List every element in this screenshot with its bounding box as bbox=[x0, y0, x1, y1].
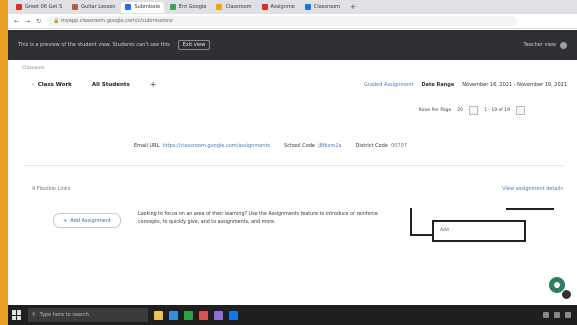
tab-favicon-icon bbox=[216, 4, 223, 10]
class-selector[interactable]: All Students bbox=[92, 82, 130, 88]
tab-favicon-icon bbox=[169, 4, 176, 10]
tab-label: Greet 06 Get S bbox=[25, 4, 63, 10]
tab-label: Classroom bbox=[313, 4, 340, 10]
windows-start-icon[interactable] bbox=[12, 310, 22, 320]
chrome-icon[interactable] bbox=[184, 310, 193, 320]
panel-input[interactable]: Add bbox=[432, 220, 526, 242]
nav-left: ‹ Class Work All Students + bbox=[32, 80, 156, 89]
browser-tab[interactable]: Classroom bbox=[301, 2, 344, 13]
email-link[interactable]: https://classroom.google.com/assignments bbox=[163, 143, 270, 149]
taskbar-search[interactable]: ⚲ Type here to search bbox=[28, 308, 148, 322]
file-explorer-icon[interactable] bbox=[154, 310, 163, 320]
app-icon[interactable] bbox=[199, 310, 208, 320]
preview-panel: Add bbox=[406, 206, 554, 244]
plus-icon: + bbox=[63, 217, 68, 224]
panel-top-bar bbox=[506, 208, 554, 210]
breadcrumb[interactable]: Classwork bbox=[22, 66, 45, 71]
tab-label: Submissio bbox=[134, 4, 160, 10]
browser-tab[interactable]: Assignme bbox=[258, 2, 299, 13]
rows-per-page-label: Rows Per Page bbox=[418, 108, 452, 113]
lock-icon: 🔒 bbox=[53, 18, 60, 24]
tab-favicon-icon bbox=[304, 4, 311, 10]
screen: Greet 06 Get S Guitar Lesson Submissio E… bbox=[8, 0, 577, 325]
date-range-value[interactable]: November 16, 2021 - November 19, 2021 bbox=[462, 82, 567, 88]
taskbar-search-placeholder: Type here to search bbox=[39, 312, 89, 318]
chat-badge bbox=[561, 289, 572, 300]
volume-icon[interactable] bbox=[554, 312, 560, 318]
tab-favicon-icon bbox=[125, 4, 132, 10]
add-assignment-button[interactable]: + Add Assignment bbox=[53, 213, 121, 228]
rows-per-page-value[interactable]: 20 bbox=[457, 108, 463, 113]
battery-icon[interactable] bbox=[565, 312, 571, 318]
add-icon[interactable]: + bbox=[150, 80, 157, 89]
tab-label: Ent Google bbox=[178, 4, 207, 10]
app-nav: Classwork ‹ Class Work All Students + Gr… bbox=[8, 62, 577, 102]
district-code-label: District Code bbox=[355, 143, 388, 149]
banner-right-text[interactable]: Teacher view bbox=[524, 42, 557, 48]
tab-label: Assignme bbox=[270, 4, 295, 10]
back-link[interactable]: ‹ Class Work bbox=[32, 82, 72, 88]
prev-page-button[interactable] bbox=[469, 106, 478, 115]
network-icon[interactable] bbox=[543, 312, 549, 318]
word-icon[interactable] bbox=[229, 310, 238, 320]
nav-right: Graded Assignment Date Range November 16… bbox=[364, 82, 567, 88]
avatar[interactable] bbox=[560, 41, 567, 49]
panel-bottom-edge bbox=[410, 234, 432, 236]
summary-row: Email URL https://classroom.google.com/a… bbox=[134, 143, 407, 149]
browser-tab[interactable]: Greet 06 Get S bbox=[12, 2, 66, 13]
next-page-button[interactable] bbox=[516, 106, 525, 115]
url-input[interactable]: 🔒 myapp.classroom.google.com/c/submissio… bbox=[47, 16, 517, 26]
browser-tab-strip: Greet 06 Get S Guitar Lesson Submissio E… bbox=[8, 0, 577, 14]
browser-tab[interactable]: Ent Google bbox=[166, 2, 211, 13]
tab-label: Classroom bbox=[225, 4, 252, 10]
banner-text: This is a preview of the student view. S… bbox=[18, 42, 170, 48]
new-tab-button[interactable]: + bbox=[346, 3, 360, 11]
reload-icon[interactable]: ↻ bbox=[36, 18, 41, 25]
section-title: 4 Flexible Links bbox=[32, 186, 71, 192]
add-assignment-label: Add Assignment bbox=[70, 217, 111, 224]
divider bbox=[24, 165, 564, 166]
tab-favicon-icon bbox=[16, 4, 22, 10]
exit-view-button[interactable]: Exit view bbox=[177, 40, 211, 50]
graded-assignment-link[interactable]: Graded Assignment bbox=[364, 82, 413, 88]
browser-tab[interactable]: Classroom bbox=[212, 2, 255, 13]
search-icon: ⚲ bbox=[32, 312, 36, 318]
address-bar: ← → ↻ 🔒 myapp.classroom.google.com/c/sub… bbox=[8, 14, 577, 29]
url-text: myapp.classroom.google.com/c/submissions bbox=[60, 18, 173, 24]
tab-label: Guitar Lesson bbox=[81, 4, 116, 10]
back-link-label: Class Work bbox=[37, 81, 72, 88]
taskbar: ⚲ Type here to search bbox=[8, 305, 577, 325]
system-tray bbox=[543, 312, 577, 318]
section-description: Looking to focus on an area of their lea… bbox=[138, 212, 378, 225]
browser-tab[interactable]: Guitar Lesson bbox=[68, 2, 119, 13]
pager: Rows Per Page 20 1 - 19 of 19 bbox=[419, 106, 525, 115]
view-details-link[interactable]: View assignment details bbox=[502, 186, 563, 192]
panel-left-edge bbox=[410, 208, 412, 234]
edge-icon[interactable] bbox=[169, 310, 178, 320]
school-code-value[interactable]: j8fkxm2a bbox=[318, 143, 341, 149]
page-range: 1 - 19 of 19 bbox=[484, 108, 510, 113]
district-code-value: 00707 bbox=[391, 143, 407, 149]
panel-input-text: Add bbox=[440, 228, 449, 233]
chevron-left-icon: ‹ bbox=[32, 81, 35, 88]
teams-icon[interactable] bbox=[214, 310, 223, 320]
browser-tab-active[interactable]: Submissio bbox=[121, 1, 164, 13]
tab-favicon-icon bbox=[72, 4, 79, 10]
school-code-label: School Code bbox=[284, 143, 316, 149]
back-arrow-icon[interactable]: ← bbox=[14, 18, 19, 25]
tab-favicon-icon bbox=[261, 4, 268, 10]
preview-banner: This is a preview of the student view. S… bbox=[8, 30, 577, 60]
banner-right: Teacher view bbox=[524, 41, 567, 49]
date-range-label: Date Range bbox=[421, 82, 455, 88]
forward-arrow-icon[interactable]: → bbox=[25, 18, 30, 25]
email-label: Email URL bbox=[134, 143, 160, 149]
